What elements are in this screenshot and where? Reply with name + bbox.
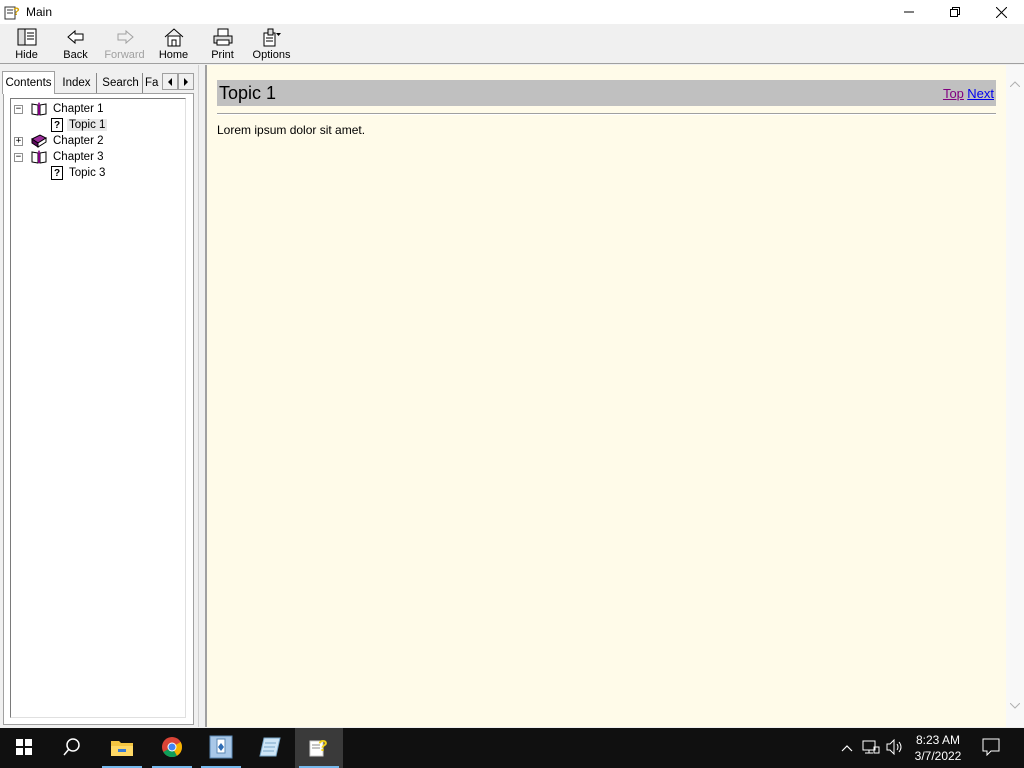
content-vertical-scrollbar[interactable] [1006, 65, 1024, 727]
restore-button[interactable] [932, 0, 978, 24]
start-icon [16, 738, 32, 758]
tree-item-label: Topic 3 [69, 167, 106, 179]
tree-item-chapter-1[interactable]: − Chapter 1 [14, 101, 106, 117]
tab-contents[interactable]: Contents [2, 71, 55, 94]
search-icon [63, 737, 81, 759]
svg-text:?: ? [318, 738, 328, 755]
collapse-icon[interactable]: − [14, 104, 23, 114]
forward-button[interactable]: Forward [100, 24, 149, 64]
tab-search[interactable]: Search [99, 73, 143, 93]
action-center-button[interactable] [980, 728, 1002, 768]
pane-splitter[interactable] [198, 65, 206, 727]
next-link[interactable]: Next [967, 86, 994, 101]
topic-help-icon: ? [51, 118, 63, 132]
taskbar: ? 8:23 AM 3/7/2022 [0, 728, 1024, 768]
tree-item-label: Chapter 2 [53, 135, 104, 147]
back-label: Back [63, 49, 88, 61]
forward-arrow-icon [114, 26, 136, 48]
options-label: Options [252, 49, 291, 61]
tree-item-chapter-2[interactable]: + Chapter 2 [14, 133, 106, 149]
search-button[interactable] [48, 728, 96, 768]
tree-item-topic-1[interactable]: ? Topic 1 [51, 117, 108, 133]
network-icon [862, 739, 880, 758]
printer-icon [212, 26, 234, 48]
help-icon: ? [308, 736, 330, 761]
topic-content-pane: Topic 1 Top Next Lorem ipsum dolor sit a… [206, 65, 1006, 727]
topic-header: Topic 1 Top Next [217, 80, 996, 106]
topic-help-icon: ? [51, 166, 63, 180]
back-arrow-icon [65, 26, 87, 48]
hide-icon [16, 26, 38, 48]
tree-item-topic-3[interactable]: ? Topic 3 [51, 165, 107, 181]
taskbar-file-explorer[interactable] [98, 728, 146, 768]
contents-tab-panel: − Chapter 1 ? Topic 1 + Chapter 2 − Chap… [3, 93, 194, 725]
tab-scroll-right-button[interactable] [178, 73, 194, 90]
tree-item-chapter-3[interactable]: − Chapter 3 [14, 149, 106, 165]
home-label: Home [158, 49, 189, 61]
scroll-down-button[interactable] [1006, 697, 1024, 715]
print-button[interactable]: Print [198, 24, 247, 64]
toolbar: Hide Back Forward Home Print Options [0, 24, 1024, 64]
network-tray-button[interactable] [860, 728, 882, 768]
divider [217, 113, 996, 115]
show-hidden-icons-button[interactable] [836, 728, 858, 768]
tab-index[interactable]: Index [57, 73, 97, 93]
top-link[interactable]: Top [943, 86, 964, 101]
contents-tree: − Chapter 1 ? Topic 1 + Chapter 2 − Chap… [10, 98, 186, 718]
tree-item-label: Topic 1 [67, 119, 108, 131]
open-book-icon [31, 149, 47, 164]
taskbar-clock[interactable]: 8:23 AM 3/7/2022 [900, 732, 976, 764]
chevron-up-icon [841, 741, 853, 755]
options-icon [261, 26, 283, 48]
topic-title: Topic 1 [219, 82, 277, 103]
notepad-icon [258, 736, 282, 761]
home-icon [163, 26, 185, 48]
minimize-button[interactable] [886, 0, 932, 24]
close-button[interactable] [978, 0, 1024, 24]
open-book-icon [31, 101, 47, 116]
forward-label: Forward [104, 49, 145, 61]
tree-item-label: Chapter 1 [53, 103, 104, 115]
setup-icon [209, 735, 233, 762]
hide-button[interactable]: Hide [2, 24, 51, 64]
svg-text:?: ? [13, 6, 20, 18]
back-button[interactable]: Back [51, 24, 100, 64]
collapse-icon[interactable]: − [14, 152, 23, 162]
navigation-pane: Contents Index Search Fa − Chapter 1 ? T… [0, 65, 198, 727]
clock-date: 3/7/2022 [914, 749, 962, 763]
start-button[interactable] [0, 728, 48, 768]
expand-icon[interactable]: + [14, 136, 23, 146]
options-button[interactable]: Options [247, 24, 296, 64]
topic-body-text: Lorem ipsum dolor sit amet. [217, 123, 366, 137]
tab-favorites[interactable]: Fa [145, 73, 163, 93]
closed-book-icon [31, 134, 48, 148]
navigation-tabs: Contents Index Search Fa [2, 71, 196, 94]
title-bar: ? Main [0, 0, 1024, 24]
hide-label: Hide [15, 49, 38, 61]
taskbar-help-viewer[interactable]: ? [295, 728, 343, 768]
clock-time: 8:23 AM [915, 733, 961, 747]
taskbar-setup-app[interactable] [197, 728, 245, 768]
taskbar-notepad[interactable] [246, 728, 294, 768]
notification-icon [982, 738, 1000, 759]
topic-nav-links: Top Next [943, 86, 994, 101]
print-label: Print [211, 49, 234, 61]
window-title: Main [26, 5, 53, 19]
file-explorer-icon [110, 737, 134, 760]
scroll-up-button[interactable] [1006, 75, 1024, 93]
chrome-icon [161, 736, 183, 761]
tree-item-label: Chapter 3 [53, 151, 104, 163]
tab-scroll-left-button[interactable] [162, 73, 178, 90]
help-app-icon: ? [4, 4, 20, 20]
home-button[interactable]: Home [149, 24, 198, 64]
taskbar-chrome[interactable] [148, 728, 196, 768]
